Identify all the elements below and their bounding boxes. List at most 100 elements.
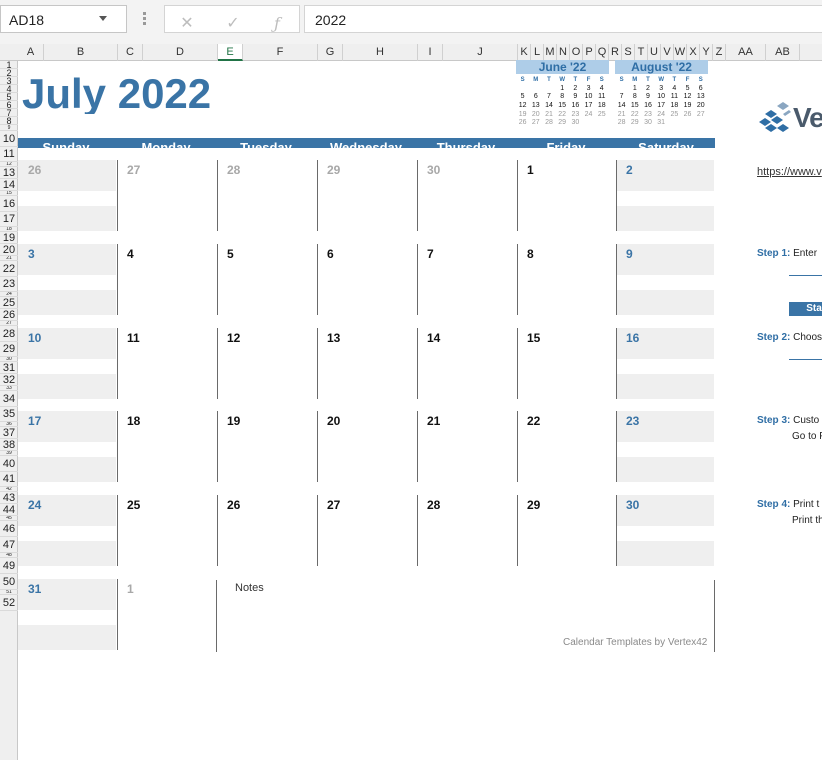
column-header[interactable]: H	[343, 44, 418, 61]
calendar-day-cell[interactable]: 7	[417, 244, 516, 316]
row-header[interactable]: 1	[0, 61, 18, 69]
name-box[interactable]: AD18	[0, 5, 127, 33]
row-header[interactable]: 28	[0, 326, 18, 342]
row-header[interactable]: 20	[0, 244, 18, 256]
row-header[interactable]: 38	[0, 439, 18, 451]
column-header[interactable]: A	[18, 44, 44, 61]
calendar-day-cell[interactable]: 3	[18, 244, 116, 316]
row-header[interactable]: 50	[0, 574, 18, 590]
calendar-day-cell[interactable]: 16	[616, 328, 714, 400]
column-header[interactable]: D	[143, 44, 218, 61]
column-header[interactable]: U	[648, 44, 661, 61]
row-header[interactable]: 25	[0, 297, 18, 309]
formula-input[interactable]: 2022	[304, 5, 822, 33]
drag-handle-icon[interactable]	[143, 12, 146, 26]
chevron-down-icon[interactable]	[99, 16, 107, 21]
calendar-day-cell[interactable]: 19	[217, 411, 316, 483]
calendar-day-cell[interactable]: 28	[417, 495, 516, 567]
column-header[interactable]: Y	[700, 44, 713, 61]
calendar-day-cell[interactable]: 2	[616, 160, 714, 232]
calendar-day-cell[interactable]: 11	[117, 328, 216, 400]
column-header[interactable]: E	[218, 44, 243, 61]
column-header[interactable]: P	[583, 44, 596, 61]
calendar-day-cell[interactable]: 4	[117, 244, 216, 316]
column-header[interactable]: R	[609, 44, 622, 61]
calendar-day-cell[interactable]: 24	[18, 495, 116, 567]
row-header[interactable]: 26	[0, 309, 18, 321]
calendar-day-cell[interactable]: 31	[18, 579, 116, 651]
column-header[interactable]: S	[622, 44, 635, 61]
row-header[interactable]: 3	[0, 77, 18, 85]
row-header[interactable]: 46	[0, 521, 18, 537]
row-header[interactable]: 13	[0, 167, 18, 179]
column-header[interactable]: F	[243, 44, 318, 61]
row-header[interactable]: 40	[0, 456, 18, 472]
row-header[interactable]: 2	[0, 69, 18, 77]
calendar-day-cell[interactable]: 26	[217, 495, 316, 567]
calendar-day-cell[interactable]: 10	[18, 328, 116, 400]
calendar-day-cell[interactable]: 25	[117, 495, 216, 567]
column-header[interactable]: V	[661, 44, 674, 61]
row-header[interactable]: 14	[0, 179, 18, 191]
column-header[interactable]: K	[518, 44, 531, 61]
column-header[interactable]: C	[118, 44, 143, 61]
calendar-day-cell[interactable]: 5	[217, 244, 316, 316]
website-link[interactable]: https://www.v	[757, 166, 822, 178]
row-header[interactable]: 35	[0, 407, 18, 422]
row-header[interactable]: 49	[0, 558, 18, 574]
column-header[interactable]: N	[557, 44, 570, 61]
column-header[interactable]: G	[318, 44, 343, 61]
row-header[interactable]: 41	[0, 472, 18, 487]
column-header[interactable]: W	[674, 44, 687, 61]
calendar-day-cell[interactable]: 12	[217, 328, 316, 400]
calendar-day-cell[interactable]: 15	[517, 328, 615, 400]
column-header[interactable]: X	[687, 44, 700, 61]
row-header[interactable]: 4	[0, 85, 18, 93]
calendar-day-cell[interactable]: 20	[317, 411, 416, 483]
row-header[interactable]: 16	[0, 196, 18, 212]
column-header[interactable]: O	[570, 44, 583, 61]
row-header[interactable]: 34	[0, 391, 18, 407]
column-header[interactable]: Q	[596, 44, 609, 61]
column-header[interactable]: AA	[726, 44, 766, 61]
column-header[interactable]: L	[531, 44, 544, 61]
row-header[interactable]: 10	[0, 131, 18, 147]
column-header[interactable]: I	[418, 44, 443, 61]
row-header[interactable]: 52	[0, 595, 18, 611]
row-header[interactable]: 31	[0, 362, 18, 374]
calendar-day-cell[interactable]: 29	[317, 160, 416, 232]
column-header[interactable]: M	[544, 44, 557, 61]
row-header[interactable]: 22	[0, 261, 18, 277]
column-header[interactable]: T	[635, 44, 648, 61]
column-header[interactable]: J	[443, 44, 518, 61]
fx-icon[interactable]: ƒ	[267, 15, 287, 33]
row-header[interactable]: 5	[0, 93, 18, 101]
row-header[interactable]: 44	[0, 504, 18, 516]
row-header[interactable]: 23	[0, 277, 18, 292]
calendar-day-cell[interactable]: 13	[317, 328, 416, 400]
calendar-day-cell[interactable]: 28	[217, 160, 316, 232]
row-header[interactable]: 32	[0, 374, 18, 386]
calendar-day-cell[interactable]: 22	[517, 411, 615, 483]
calendar-day-cell[interactable]: 9	[616, 244, 714, 316]
calendar-day-cell[interactable]: 1	[117, 579, 216, 651]
calendar-day-cell[interactable]: 21	[417, 411, 516, 483]
start-button[interactable]: Sta	[789, 302, 822, 316]
calendar-day-cell[interactable]: 30	[616, 495, 714, 567]
row-header[interactable]: 29	[0, 342, 18, 357]
check-icon[interactable]: ✓	[223, 15, 243, 33]
column-header[interactable]: B	[44, 44, 118, 61]
row-header[interactable]: 6	[0, 101, 18, 109]
calendar-day-cell[interactable]: 14	[417, 328, 516, 400]
calendar-day-cell[interactable]: 27	[317, 495, 416, 567]
calendar-day-cell[interactable]: 27	[117, 160, 216, 232]
row-header[interactable]: 7	[0, 109, 18, 117]
calendar-day-cell[interactable]: 29	[517, 495, 615, 567]
row-header[interactable]: 8	[0, 117, 18, 125]
row-header[interactable]: 43	[0, 492, 18, 504]
row-header[interactable]: 11	[0, 147, 18, 162]
calendar-day-cell[interactable]: 6	[317, 244, 416, 316]
close-icon[interactable]: ✕	[177, 15, 197, 33]
column-header[interactable]: Z	[713, 44, 726, 61]
calendar-day-cell[interactable]: 1	[517, 160, 615, 232]
